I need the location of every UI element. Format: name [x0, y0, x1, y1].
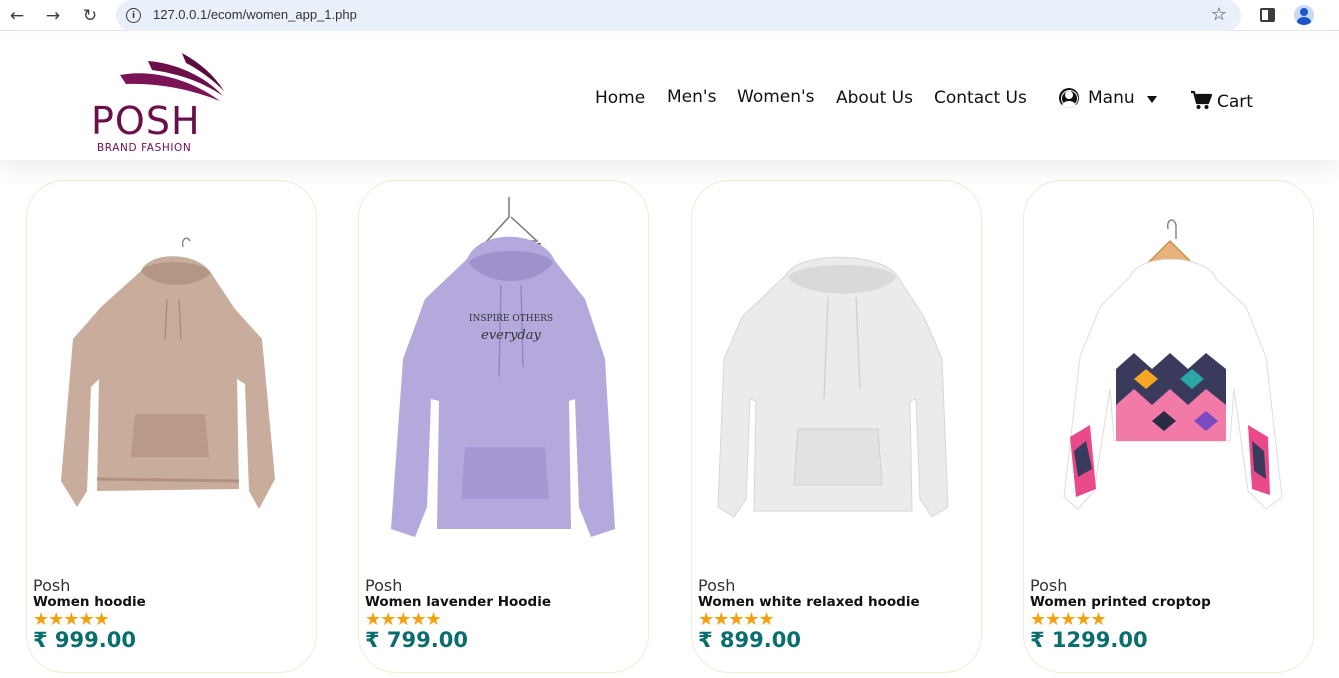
rating-stars-icon: ★★★★★	[365, 609, 442, 630]
nav-womens[interactable]: Women's	[737, 87, 815, 107]
rating-stars-icon: ★★★★★	[33, 609, 110, 630]
address-bar[interactable]: i 127.0.0.1/ecom/women_app_1.php ☆	[116, 0, 1241, 31]
product-price: ₹ 899.00	[698, 628, 801, 652]
user-circle-icon[interactable]	[1059, 88, 1079, 108]
product-name[interactable]: Women hoodie	[33, 594, 146, 610]
product-price: ₹ 1299.00	[1030, 628, 1148, 652]
product-name[interactable]: Women white relaxed hoodie	[698, 594, 920, 610]
product-brand: Posh	[1030, 576, 1068, 595]
account-menu[interactable]: Manu	[1088, 88, 1135, 108]
side-panel-icon[interactable]	[1260, 8, 1275, 22]
product-brand: Posh	[698, 576, 736, 595]
product-card[interactable]: Posh Women printed croptop ★★★★★ ₹ 1299.…	[1023, 180, 1314, 673]
product-brand: Posh	[33, 576, 71, 595]
rating-stars-icon: ★★★★★	[698, 609, 775, 630]
browser-profile-icon[interactable]	[1294, 5, 1314, 25]
logo-text: POSH	[91, 99, 201, 143]
print-text-script: everyday	[481, 328, 541, 343]
product-image-white-hoodie[interactable]	[702, 189, 973, 554]
back-arrow-icon[interactable]: ←	[5, 4, 29, 28]
cart-link[interactable]: Cart	[1217, 92, 1253, 112]
product-card[interactable]: INSPIRE OTHERS everyday Posh Women laven…	[358, 180, 649, 673]
logo-subtext: BRAND FASHION	[97, 142, 192, 154]
product-grid: Posh Women hoodie ★★★★★ ₹ 999.00 INSPIRE…	[0, 160, 1339, 678]
product-image-beige-hoodie[interactable]	[37, 189, 308, 554]
product-brand: Posh	[365, 576, 403, 595]
product-card[interactable]: Posh Women hoodie ★★★★★ ₹ 999.00	[26, 180, 317, 673]
forward-arrow-icon[interactable]: →	[41, 4, 65, 28]
posh-logo[interactable]: POSH BRAND FASHION	[90, 51, 230, 154]
nav-contact-us[interactable]: Contact Us	[934, 88, 1027, 108]
reload-icon[interactable]: ↻	[78, 4, 102, 28]
browser-toolbar: ← → ↻ i 127.0.0.1/ecom/women_app_1.php ☆	[0, 0, 1339, 31]
logo-swoosh-icon	[120, 53, 224, 101]
product-name[interactable]: Women printed croptop	[1030, 594, 1211, 610]
bookmark-star-icon[interactable]: ☆	[1211, 4, 1227, 25]
site-info-icon[interactable]: i	[126, 8, 141, 23]
nav-mens[interactable]: Men's	[667, 87, 716, 107]
cart-icon[interactable]	[1190, 90, 1212, 110]
product-image-lavender-hoodie[interactable]: INSPIRE OTHERS everyday	[369, 189, 640, 554]
nav-home[interactable]: Home	[595, 88, 645, 108]
chevron-down-icon[interactable]	[1147, 96, 1157, 103]
product-price: ₹ 999.00	[33, 628, 136, 652]
rating-stars-icon: ★★★★★	[1030, 609, 1107, 630]
site-header: POSH BRAND FASHION Home Men's Women's Ab…	[0, 39, 1339, 160]
product-price: ₹ 799.00	[365, 628, 468, 652]
product-name[interactable]: Women lavender Hoodie	[365, 594, 551, 610]
print-text: INSPIRE OTHERS	[469, 314, 553, 324]
url-text[interactable]: 127.0.0.1/ecom/women_app_1.php	[153, 7, 357, 22]
product-image-printed-croptop[interactable]	[1034, 189, 1305, 554]
nav-about-us[interactable]: About Us	[836, 88, 913, 108]
product-card[interactable]: Posh Women white relaxed hoodie ★★★★★ ₹ …	[691, 180, 982, 673]
